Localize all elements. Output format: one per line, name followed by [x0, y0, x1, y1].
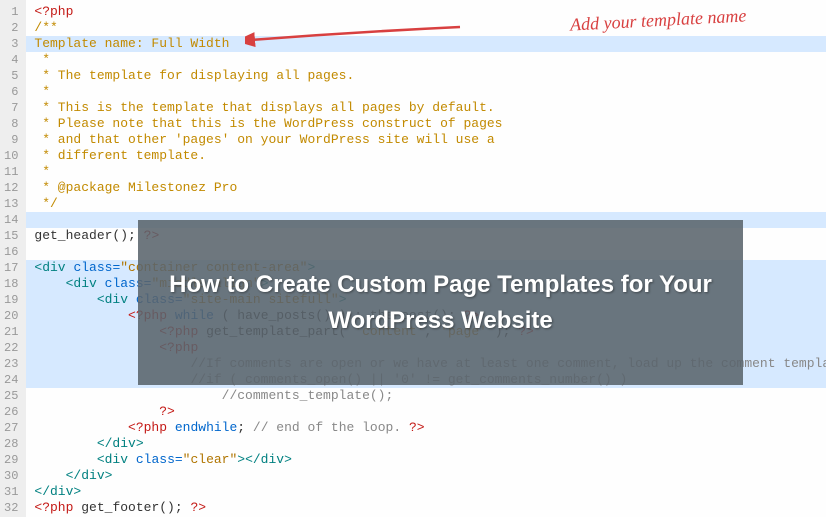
- line-number: 15: [4, 228, 18, 244]
- line-number: 11: [4, 164, 18, 180]
- line-number: 4: [4, 52, 18, 68]
- line-number: 12: [4, 180, 18, 196]
- line-number: 10: [4, 148, 18, 164]
- line-number: 18: [4, 276, 18, 292]
- line-number: 27: [4, 420, 18, 436]
- line-number: 32: [4, 500, 18, 516]
- line-number: 31: [4, 484, 18, 500]
- title-overlay: How to Create Custom Page Templates for …: [138, 220, 743, 385]
- code-line: </div>: [34, 484, 826, 500]
- code-line: * Please note that this is the WordPress…: [34, 116, 826, 132]
- line-number: 17: [4, 260, 18, 276]
- line-number: 21: [4, 324, 18, 340]
- line-number: 23: [4, 356, 18, 372]
- line-number: 19: [4, 292, 18, 308]
- code-line: * @package Milestonez Pro: [34, 180, 826, 196]
- code-line: * different template.: [34, 148, 826, 164]
- line-number-gutter: 1234567891011121314151617181920212223242…: [0, 0, 26, 517]
- line-number: 25: [4, 388, 18, 404]
- line-number: 20: [4, 308, 18, 324]
- code-line: <?php get_footer(); ?>: [34, 500, 826, 516]
- code-line: */: [34, 196, 826, 212]
- code-line: <div class="clear"></div>: [34, 452, 826, 468]
- code-line: * and that other 'pages' on your WordPre…: [34, 132, 826, 148]
- line-number: 2: [4, 20, 18, 36]
- line-number: 22: [4, 340, 18, 356]
- line-number: 26: [4, 404, 18, 420]
- line-number: 28: [4, 436, 18, 452]
- line-number: 1: [4, 4, 18, 20]
- line-number: 8: [4, 116, 18, 132]
- code-line: *: [34, 84, 826, 100]
- arrow-icon: [245, 22, 465, 62]
- line-number: 3: [4, 36, 18, 52]
- code-line: * The template for displaying all pages.: [34, 68, 826, 84]
- line-number: 7: [4, 100, 18, 116]
- code-line: </div>: [34, 436, 826, 452]
- line-number: 29: [4, 452, 18, 468]
- code-line: //comments_template();: [34, 388, 826, 404]
- line-number: 13: [4, 196, 18, 212]
- line-number: 6: [4, 84, 18, 100]
- code-line: *: [34, 164, 826, 180]
- code-line: ?>: [34, 404, 826, 420]
- code-line: </div>: [34, 468, 826, 484]
- overlay-title-text: How to Create Custom Page Templates for …: [158, 267, 723, 339]
- line-number: 30: [4, 468, 18, 484]
- code-line: <?php endwhile; // end of the loop. ?>: [34, 420, 826, 436]
- line-number: 14: [4, 212, 18, 228]
- line-number: 9: [4, 132, 18, 148]
- code-line: * This is the template that displays all…: [34, 100, 826, 116]
- line-number: 5: [4, 68, 18, 84]
- line-number: 16: [4, 244, 18, 260]
- line-number: 24: [4, 372, 18, 388]
